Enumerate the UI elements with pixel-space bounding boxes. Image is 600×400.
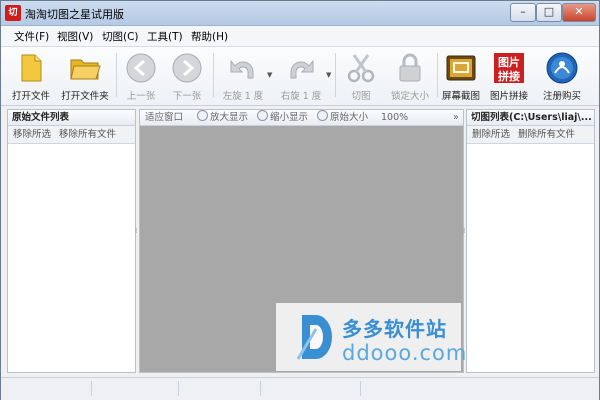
zoom-out-label: 缩小显示: [270, 112, 309, 123]
next-label: 下一张: [172, 91, 202, 102]
original-size-button[interactable]: 原始大小: [317, 110, 368, 125]
rotate-right-label: 右旋 1 度: [280, 91, 322, 102]
menu-tools[interactable]: 工具(T): [147, 29, 183, 44]
image-stitch-icon-text-2: 拼接: [498, 69, 520, 83]
next-button[interactable]: 下一张: [167, 50, 207, 102]
rotate-right-button[interactable]: 右旋 1 度: [275, 50, 327, 102]
title-bar[interactable]: 切 淘淘切图之星试用版 – □ ✕: [1, 1, 599, 26]
open-file-button[interactable]: 打开文件: [7, 50, 55, 102]
remove-all-files-button[interactable]: 移除所有文件: [59, 129, 116, 140]
image-stitch-icon-text-1: 图片: [498, 55, 520, 69]
open-folder-icon: [70, 59, 101, 80]
rotate-left-icon: [230, 59, 254, 79]
maximize-button[interactable]: □: [536, 3, 562, 22]
menu-file[interactable]: 文件(F): [14, 29, 49, 44]
lock-size-button[interactable]: 锁定大小: [387, 50, 433, 102]
lock-size-label: 锁定大小: [390, 91, 429, 102]
watermark: 多多软件站 ddooo.com: [276, 303, 466, 371]
source-file-actions: 移除所选 移除所有文件: [8, 126, 135, 144]
menu-bar: 文件(F) 视图(V) 切图(C) 工具(T) 帮助(H): [1, 26, 599, 47]
window-title: 淘淘切图之星试用版: [25, 8, 124, 21]
minimize-button[interactable]: –: [510, 3, 536, 22]
open-folder-button[interactable]: 打开文件夹: [59, 50, 111, 102]
status-cell: [180, 381, 261, 396]
screenshot-label: 屏幕截图: [441, 91, 480, 102]
rotate-right-icon: [290, 59, 314, 79]
rotate-left-dropdown-icon[interactable]: ▼: [267, 71, 272, 79]
zoom-in-button[interactable]: 放大显示: [197, 110, 248, 125]
status-cell: [93, 381, 179, 396]
zoom-in-label: 放大显示: [210, 112, 249, 123]
previous-button[interactable]: 上一张: [121, 50, 161, 102]
cut-list-panel-title: 切图列表(C:\Users\liaj\...: [467, 110, 594, 126]
register-buy-label: 注册购买: [542, 91, 581, 102]
more-options-icon[interactable]: »: [453, 110, 459, 125]
next-icon: [172, 53, 202, 83]
menu-cut[interactable]: 切图(C): [102, 29, 139, 44]
watermark-name: 多多软件站: [342, 317, 447, 341]
remove-selected-button[interactable]: 移除所选: [13, 129, 51, 140]
status-cell: [1, 381, 92, 396]
zoom-in-icon: [197, 110, 208, 121]
zoom-out-icon: [257, 110, 268, 121]
cut-list-actions: 删除所选 删除所有文件: [467, 126, 594, 144]
watermark-domain: ddooo.com: [342, 341, 468, 365]
viewer-toolbar: 适应窗口 放大显示 缩小显示 原始大小 100% »: [140, 110, 463, 126]
cut-list-panel: 切图列表(C:\Users\liaj\... 删除所选 删除所有文件: [466, 109, 595, 373]
screenshot-icon: [446, 55, 476, 81]
app-window: 切 淘淘切图之星试用版 – □ ✕ 文件(F) 视图(V) 切图(C) 工具(T…: [0, 0, 600, 400]
toolbar: 打开文件 打开文件夹 上一张 下一张 左旋 1 度 ▼ 右旋 1 度 ▼ 切图 …: [1, 47, 599, 106]
status-cell: [262, 381, 361, 396]
close-button[interactable]: ✕: [562, 3, 596, 22]
original-size-icon: [317, 110, 328, 121]
cut-button[interactable]: 切图: [341, 50, 381, 102]
screenshot-button[interactable]: 屏幕截图: [441, 50, 481, 102]
open-file-label: 打开文件: [11, 91, 50, 102]
lock-icon: [399, 53, 421, 82]
menu-help[interactable]: 帮助(H): [191, 29, 228, 44]
open-file-icon: [21, 54, 42, 82]
source-file-panel: 原始文件列表 移除所选 移除所有文件: [7, 109, 136, 373]
zoom-out-button[interactable]: 缩小显示: [257, 110, 308, 125]
fit-window-button[interactable]: 适应窗口: [145, 110, 183, 125]
register-buy-icon: [546, 52, 578, 84]
image-stitch-button[interactable]: 图片 拼接 图片拼接: [487, 50, 531, 102]
delete-all-files-button[interactable]: 删除所有文件: [518, 129, 575, 140]
original-size-label: 原始大小: [330, 112, 369, 123]
previous-icon: [126, 53, 156, 83]
status-bar: [1, 377, 599, 400]
zoom-level: 100%: [381, 112, 409, 123]
rotate-left-button[interactable]: 左旋 1 度: [217, 50, 269, 102]
delete-selected-button[interactable]: 删除所选: [472, 129, 510, 140]
scissors-icon: [347, 54, 375, 83]
left-splitter-handle[interactable]: ⁞: [135, 228, 138, 235]
previous-label: 上一张: [126, 91, 156, 102]
cut-label: 切图: [351, 91, 371, 102]
source-file-panel-title: 原始文件列表: [8, 110, 135, 126]
open-folder-label: 打开文件夹: [61, 91, 109, 102]
app-icon[interactable]: 切: [5, 5, 21, 21]
rotate-right-dropdown-icon[interactable]: ▼: [326, 71, 331, 79]
watermark-logo-icon: [296, 315, 332, 360]
image-stitch-icon: 图片 拼接: [494, 53, 524, 83]
image-stitch-label: 图片拼接: [489, 91, 528, 102]
rotate-left-label: 左旋 1 度: [222, 91, 264, 102]
menu-view[interactable]: 视图(V): [57, 29, 93, 44]
register-buy-button[interactable]: 注册购买: [539, 50, 585, 102]
